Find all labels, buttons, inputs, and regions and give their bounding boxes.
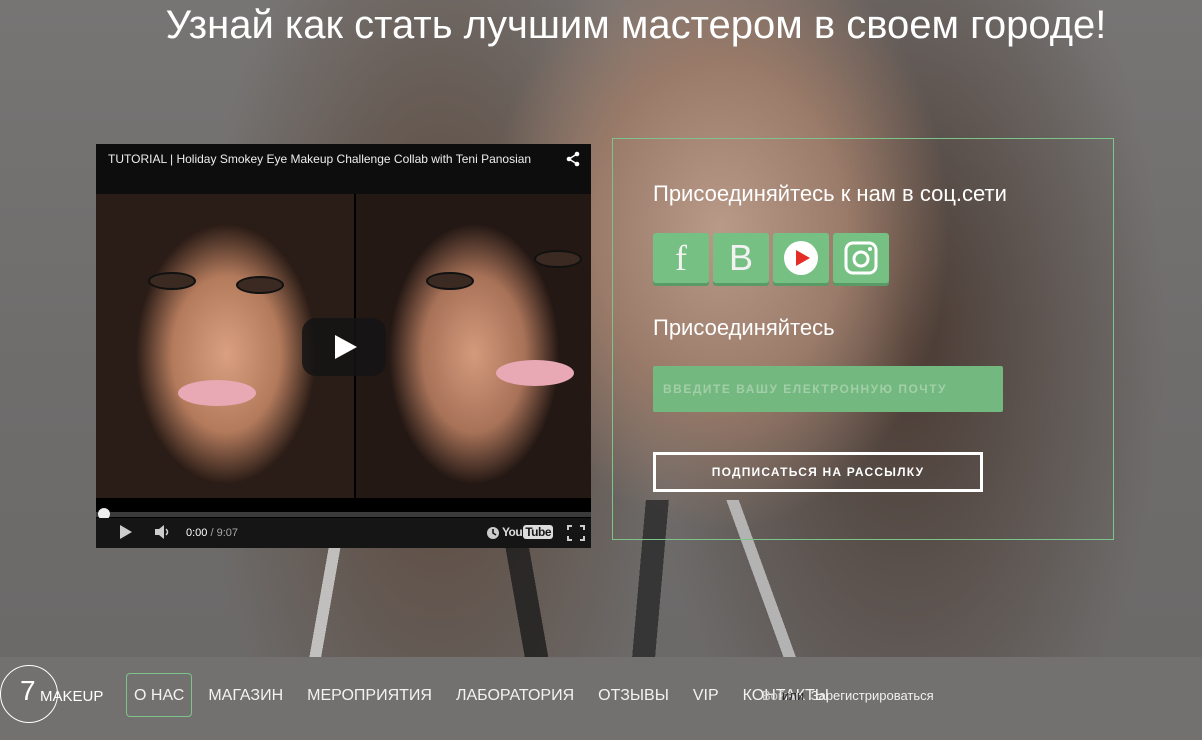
subscribe-button[interactable]: ПОДПИСАТЬСЯ НА РАССЫЛКУ — [653, 452, 983, 492]
instagram-button[interactable] — [833, 233, 889, 283]
video-progress-bar[interactable] — [96, 508, 591, 520]
join-heading: Присоединяйтесь — [653, 315, 835, 340]
fullscreen-icon[interactable] — [567, 525, 585, 541]
lips-shape — [178, 380, 256, 406]
play-button-large[interactable] — [302, 318, 386, 376]
youtube-button[interactable] — [773, 233, 829, 283]
play-icon — [335, 335, 357, 359]
video-time: 0:00 / 9:07 — [186, 527, 238, 539]
nav-item-reviews[interactable]: ОТЗЫВЫ — [586, 673, 681, 717]
eye-shape — [534, 250, 582, 268]
video-thumbnail-after — [356, 194, 591, 498]
social-buttons: f B — [653, 233, 889, 283]
volume-icon[interactable] — [154, 524, 172, 540]
vkontakte-button[interactable]: B — [713, 233, 769, 283]
video-title[interactable]: TUTORIAL | Holiday Smokey Eye Makeup Cha… — [108, 152, 548, 166]
play-icon[interactable] — [118, 524, 134, 540]
facebook-button[interactable]: f — [653, 233, 709, 283]
eye-shape — [426, 272, 474, 290]
logo-number: 7 — [20, 675, 36, 706]
main-nav: О НАС МАГАЗИН МЕРОПРИЯТИЯ ЛАБОРАТОРИЯ ОТ… — [126, 673, 841, 717]
instagram-icon — [844, 241, 878, 275]
youtube-icon — [784, 241, 818, 275]
time-separator: / — [207, 527, 217, 539]
facebook-icon: f — [675, 238, 687, 278]
youtube-logo[interactable]: You Tube — [502, 525, 553, 539]
time-current: 0:00 — [186, 527, 208, 539]
nav-item-laboratory[interactable]: ЛАБОРАТОРИЯ — [444, 673, 586, 717]
vkontakte-icon: B — [728, 237, 753, 278]
nav-item-events[interactable]: МЕРОПРИЯТИЯ — [295, 673, 444, 717]
video-player[interactable]: TUTORIAL | Holiday Smokey Eye Makeup Cha… — [96, 144, 591, 548]
nav-item-vip[interactable]: VIP — [681, 673, 731, 717]
share-icon[interactable] — [565, 151, 581, 167]
watch-later-icon[interactable] — [486, 526, 500, 540]
page-headline: Узнай как стать лучшим мастером в своем … — [165, 3, 1107, 47]
nav-item-about[interactable]: О НАС — [126, 673, 193, 717]
logo-text: MAKEUP — [40, 688, 104, 705]
social-heading: Присоединяйтесь к нам в соц.сети — [653, 181, 1007, 206]
auth-links: Войти или Зарегистрироваться — [762, 688, 934, 703]
register-link[interactable]: Зарегистрироваться — [811, 688, 934, 703]
lips-shape — [496, 360, 574, 386]
auth-separator: или — [782, 688, 805, 703]
eye-shape — [148, 272, 196, 290]
time-total: 9:07 — [216, 527, 239, 539]
subscribe-panel: Присоединяйтесь к нам в соц.сети f B При… — [612, 138, 1114, 540]
video-controls: 0:00 / 9:07 You Tube — [96, 518, 591, 548]
navbar: 7 MAKEUP О НАС МАГАЗИН МЕРОПРИЯТИЯ ЛАБОР… — [0, 657, 1202, 740]
email-input[interactable] — [653, 366, 1003, 412]
nav-item-shop[interactable]: МАГАЗИН — [196, 673, 295, 717]
video-topbar: TUTORIAL | Holiday Smokey Eye Makeup Cha… — [96, 144, 591, 194]
eye-shape — [236, 276, 284, 294]
